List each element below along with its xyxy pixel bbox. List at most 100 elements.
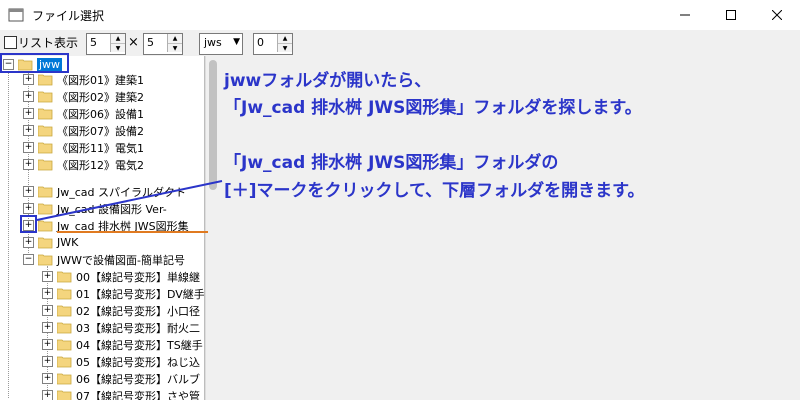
columns-stepper[interactable]: 5 ▲ ▼ [86, 33, 126, 55]
minimize-icon [680, 14, 690, 16]
scrollbar-thumb[interactable] [209, 60, 217, 190]
tree-subitem-label: 02【線記号変形】小口径 [76, 304, 200, 318]
instruction-line-2: 「Jw_cad 排水桝 JWS図形集」フォルダを探します。 [224, 98, 642, 118]
tree-subitem[interactable]: + 02【線記号変形】小口径 [42, 302, 200, 319]
folder-icon [57, 322, 72, 333]
folder-icon [38, 91, 53, 102]
window-title: ファイル選択 [32, 9, 105, 23]
instruction-line-1: jwwフォルダが開いたら、 [224, 71, 432, 91]
chevron-down-icon: ▼ [233, 37, 240, 47]
tree-item[interactable]: − JWWで設備図面-簡単記号 [23, 251, 185, 268]
folder-icon [57, 390, 72, 400]
tree-item-label: Jw_cad 設備図形 Ver- [57, 202, 167, 216]
instruction-line-3: 「Jw_cad 排水桝 JWS図形集」フォルダの [224, 153, 559, 173]
tree-subitem[interactable]: + 01【線記号変形】DV継手 [42, 285, 205, 302]
target-underline [57, 231, 208, 233]
maximize-icon [726, 10, 736, 20]
close-button[interactable] [754, 0, 800, 30]
tree-item-label: 《図形01》建築1 [57, 73, 144, 87]
expand-icon[interactable]: + [42, 390, 53, 400]
tree-subitem[interactable]: + 04【線記号変形】TS継手 [42, 336, 203, 353]
collapse-icon[interactable]: − [23, 254, 34, 265]
expand-icon[interactable]: + [42, 339, 53, 350]
times-sign: × [128, 35, 139, 50]
folder-icon [38, 108, 53, 119]
minimize-button[interactable] [662, 0, 708, 30]
number-value: 0 [257, 36, 264, 49]
expand-icon[interactable]: + [23, 186, 34, 197]
expand-icon[interactable]: + [23, 159, 34, 170]
tree-subitem-label: 03【線記号変形】耐火二 [76, 321, 200, 335]
tree-line [8, 68, 9, 398]
filetype-select[interactable]: jws ▼ [199, 33, 243, 55]
tree-item[interactable]: + 《図形06》設備1 [23, 105, 144, 122]
tree-item[interactable]: + Jw_cad 設備図形 Ver- [23, 200, 167, 217]
folder-icon [38, 220, 53, 231]
expand-icon[interactable]: + [42, 271, 53, 282]
tree-item-label: 《図形12》電気2 [57, 158, 144, 172]
tree-subitem[interactable]: + 00【線記号変形】単線継 [42, 268, 200, 285]
tree-item[interactable]: + JWK [23, 234, 78, 251]
expand-icon[interactable]: + [42, 373, 53, 384]
tree-subitem[interactable]: + 07【線記号変形】さや管 [42, 387, 200, 400]
expand-icon[interactable]: + [42, 322, 53, 333]
number-stepper-buttons[interactable]: ▲ ▼ [277, 34, 292, 52]
maximize-button[interactable] [708, 0, 754, 30]
filetype-value: jws [204, 36, 222, 49]
rows-value: 5 [147, 36, 154, 49]
tree-item[interactable]: + Jw_cad スパイラルダクト [23, 183, 186, 200]
folder-icon [57, 339, 72, 350]
tree-subitem-label: 05【線記号変形】ねじ込 [76, 355, 200, 369]
number-stepper[interactable]: 0 ▲ ▼ [253, 33, 293, 55]
tree-scrollbar[interactable] [205, 56, 220, 400]
tree-item[interactable]: + 《図形01》建築1 [23, 71, 144, 88]
folder-icon [38, 74, 53, 85]
expand-icon[interactable]: + [23, 74, 34, 85]
list-view-checkbox[interactable] [4, 36, 17, 49]
list-view-label: リスト表示 [18, 36, 79, 50]
expand-icon[interactable]: + [23, 108, 34, 119]
folder-icon [38, 186, 53, 197]
root-highlight-box [0, 53, 69, 73]
tree-subitem[interactable]: + 05【線記号変形】ねじ込 [42, 353, 200, 370]
expand-icon[interactable]: + [42, 305, 53, 316]
folder-icon [57, 288, 72, 299]
folder-icon [57, 356, 72, 367]
folder-icon [38, 125, 53, 136]
expand-icon[interactable]: + [23, 203, 34, 214]
tree-item-label: 《図形06》設備1 [57, 107, 144, 121]
expand-icon[interactable]: + [23, 237, 34, 248]
folder-icon [38, 203, 53, 214]
tree-item-label: 《図形02》建築2 [57, 90, 144, 104]
folder-open-icon [38, 254, 53, 265]
folder-icon [57, 373, 72, 384]
tree-subitem[interactable]: + 03【線記号変形】耐火二 [42, 319, 200, 336]
expand-icon[interactable]: + [23, 91, 34, 102]
folder-icon [38, 142, 53, 153]
expand-icon[interactable]: + [42, 356, 53, 367]
tree-item-partial [23, 170, 55, 178]
expand-icon[interactable]: + [23, 142, 34, 153]
tree-subitem-label: 01【線記号変形】DV継手 [76, 287, 205, 301]
tree-subitem-label: 06【線記号変形】バルブ [76, 372, 200, 386]
expand-icon[interactable]: + [23, 125, 34, 136]
tree-item-label: JWWで設備図面-簡単記号 [57, 253, 185, 267]
tree-item[interactable]: + 《図形11》電気1 [23, 139, 144, 156]
folder-icon [57, 305, 72, 316]
rows-stepper[interactable]: 5 ▲ ▼ [143, 33, 183, 55]
folder-icon [57, 271, 72, 282]
tree-subitem[interactable]: + 06【線記号変形】バルブ [42, 370, 200, 387]
tree-item-label: 《図形11》電気1 [57, 141, 144, 155]
close-icon [772, 10, 782, 20]
tree-item-label: JWK [57, 236, 79, 249]
folder-icon [38, 237, 53, 248]
instruction-line-4: [＋]マークをクリックして、下層フォルダを開きます。 [224, 181, 645, 201]
columns-stepper-buttons[interactable]: ▲ ▼ [110, 34, 125, 52]
app-icon [8, 8, 24, 22]
rows-stepper-buttons[interactable]: ▲ ▼ [167, 34, 182, 52]
tree-item[interactable]: + 《図形07》設備2 [23, 122, 144, 139]
tree-subitem-label: 07【線記号変形】さや管 [76, 389, 200, 400]
folder-icon [38, 159, 53, 170]
tree-item[interactable]: + 《図形02》建築2 [23, 88, 144, 105]
expand-icon[interactable]: + [42, 288, 53, 299]
